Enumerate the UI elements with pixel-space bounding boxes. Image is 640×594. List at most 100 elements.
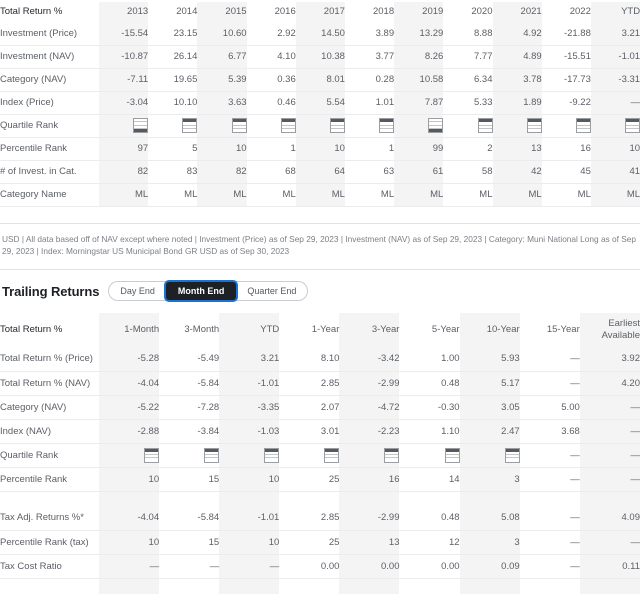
quartile-rank-icon (428, 118, 444, 133)
trailing-cell: 2.07 (279, 395, 340, 420)
trailing-row: Total Return % (NAV) -4.04 -5.84 -1.01 2.85-… (0, 371, 640, 396)
trailing-cell: -4.04 (99, 506, 160, 531)
trailing-cell: 0.00 (339, 554, 400, 579)
annual-cell: 6.34 (443, 68, 493, 92)
trailing-cell: 8.10 (279, 347, 340, 372)
annual-column-header: 2017 (295, 2, 345, 22)
annual-row: Percentile Rank 97 5 10 1 10 1 99 2 13 16 10 (0, 137, 640, 161)
annual-cell: 3.63 (197, 91, 247, 115)
annual-table-header-row: Total Return % 2013 2014 2015 2016 2017 2018 20… (0, 2, 640, 22)
trailing-column-header: Earliest Available (579, 313, 640, 348)
trailing-cell: 0.11 (579, 554, 640, 579)
trailing-cell: — (579, 443, 640, 468)
trailing-cell: 5.08 (459, 506, 520, 531)
annual-cell: 13.29 (394, 22, 444, 46)
quartile-rank-icon (575, 118, 591, 133)
trailing-cell: — (519, 506, 580, 531)
quartile-rank-icon (144, 447, 160, 463)
trailing-cell: 15 (159, 530, 220, 555)
trailing-spacer-cell (579, 491, 640, 507)
trailing-cell: 25 (279, 530, 340, 555)
trailing-row: Total Return % (Price) -5.28 -5.49 3.21 8.10… (0, 347, 640, 372)
trailing-returns-title: Trailing Returns (2, 283, 100, 299)
trailing-spacer-row (0, 578, 640, 594)
trailing-cell: — (219, 554, 280, 579)
annual-cell: -21.88 (541, 22, 591, 46)
trailing-cell: -1.01 (219, 371, 280, 396)
trailing-cell: — (159, 554, 220, 579)
annual-row-label: Category (NAV) (0, 68, 99, 92)
annual-cell: 10.10 (148, 91, 198, 115)
annual-row-label: Percentile Rank (0, 137, 99, 161)
trailing-cell: 0.00 (279, 554, 340, 579)
trailing-spacer-cell (520, 491, 580, 506)
annual-quartile-cell (295, 114, 345, 138)
quartile-rank-icon (526, 118, 542, 133)
trailing-cell: 15 (159, 467, 220, 492)
annual-cell: 6.77 (197, 45, 247, 69)
quartile-rank-icon (384, 447, 400, 463)
trailing-row-label: Category (NAV) (0, 395, 100, 420)
quartile-rank-icon (182, 118, 198, 133)
trailing-row: Category (NAV) -5.22 -7.28 -3.35 2.07 -4.72 -0… (0, 395, 640, 420)
trailing-row-label: Tax Adj. Returns %* (0, 506, 100, 531)
annual-cell: 97 (99, 137, 149, 161)
annual-cell: 8.88 (443, 22, 493, 46)
trailing-spacer-cell (459, 491, 520, 507)
period-toggle-group[interactable]: Day End Month End Quarter End (108, 281, 309, 302)
annual-row: Category (NAV) -7.11 19.65 5.39 0.36 8.01 0.28… (0, 68, 640, 92)
annual-column-header: 2022 (569, 6, 591, 18)
annual-cell: -7.11 (99, 68, 149, 92)
annual-cell: ML (590, 183, 640, 207)
annual-cell: ML (99, 183, 149, 207)
trailing-cell: 3.92 (579, 347, 640, 372)
annual-cell: -15.51 (541, 45, 591, 69)
trailing-cell: — (579, 530, 640, 555)
trailing-cell: — (579, 419, 640, 444)
annual-column-header: YTD (590, 2, 640, 22)
quartile-rank-icon (280, 118, 296, 133)
annual-cell: 8.01 (295, 68, 345, 92)
trailing-cell: -2.99 (339, 506, 400, 531)
annual-cell: 10 (295, 137, 345, 161)
annual-column-header: 2019 (394, 2, 444, 22)
annual-row-label: # of Invest. in Cat. (0, 160, 99, 184)
trailing-spacer-cell (579, 578, 640, 594)
period-toggle-quarter-end[interactable]: Quarter End (236, 282, 307, 300)
annual-cell: ML (541, 183, 591, 207)
annual-row: Quartile Rank (0, 114, 640, 138)
annual-cell: 3.77 (344, 45, 395, 69)
trailing-cell: 2.47 (459, 419, 520, 444)
annual-cell: 10.38 (295, 45, 345, 69)
annual-cell: — (590, 91, 640, 115)
trailing-spacer-cell (99, 578, 160, 594)
period-toggle-month-end[interactable]: Month End (165, 282, 237, 301)
trailing-cell: -7.28 (159, 395, 220, 420)
annual-column-header: 2013 (99, 2, 149, 22)
trailing-row-label: Total Return % (Price) (0, 347, 100, 372)
trailing-cell: 0.48 (399, 506, 460, 531)
annual-cell: 4.92 (492, 22, 542, 46)
quartile-rank-icon (379, 118, 395, 133)
trailing-column-header: 3-Year (339, 313, 400, 348)
annual-cell: -15.54 (99, 22, 149, 46)
trailing-table-body: Total Return % (Price) -5.28 -5.49 3.21 8.10… (0, 347, 640, 594)
trailing-column-header: 10-Year (459, 313, 520, 348)
trailing-cell: 5.00 (519, 395, 580, 420)
quartile-rank-icon (329, 118, 345, 133)
annual-quartile-cell (148, 114, 198, 138)
trailing-row-label: Total Return % (NAV) (0, 371, 100, 396)
trailing-returns-header: Trailing Returns Day End Month End Quarter… (0, 281, 640, 302)
trailing-cell: — (579, 467, 640, 492)
trailing-cell: -5.84 (159, 371, 220, 396)
annual-row-label: Index (Price) (0, 91, 99, 115)
period-toggle-day-end[interactable]: Day End (109, 282, 166, 300)
trailing-cell: 5.17 (459, 371, 520, 396)
quartile-rank-icon (324, 447, 340, 463)
trailing-cell: — (519, 347, 580, 372)
annual-row: Investment (NAV) -10.87 26.14 6.77 4.10 10.38… (0, 45, 640, 69)
quartile-rank-icon (231, 118, 247, 133)
trailing-spacer-cell (339, 491, 400, 507)
annual-cell: ML (394, 183, 444, 207)
trailing-cell: -3.84 (159, 419, 220, 444)
